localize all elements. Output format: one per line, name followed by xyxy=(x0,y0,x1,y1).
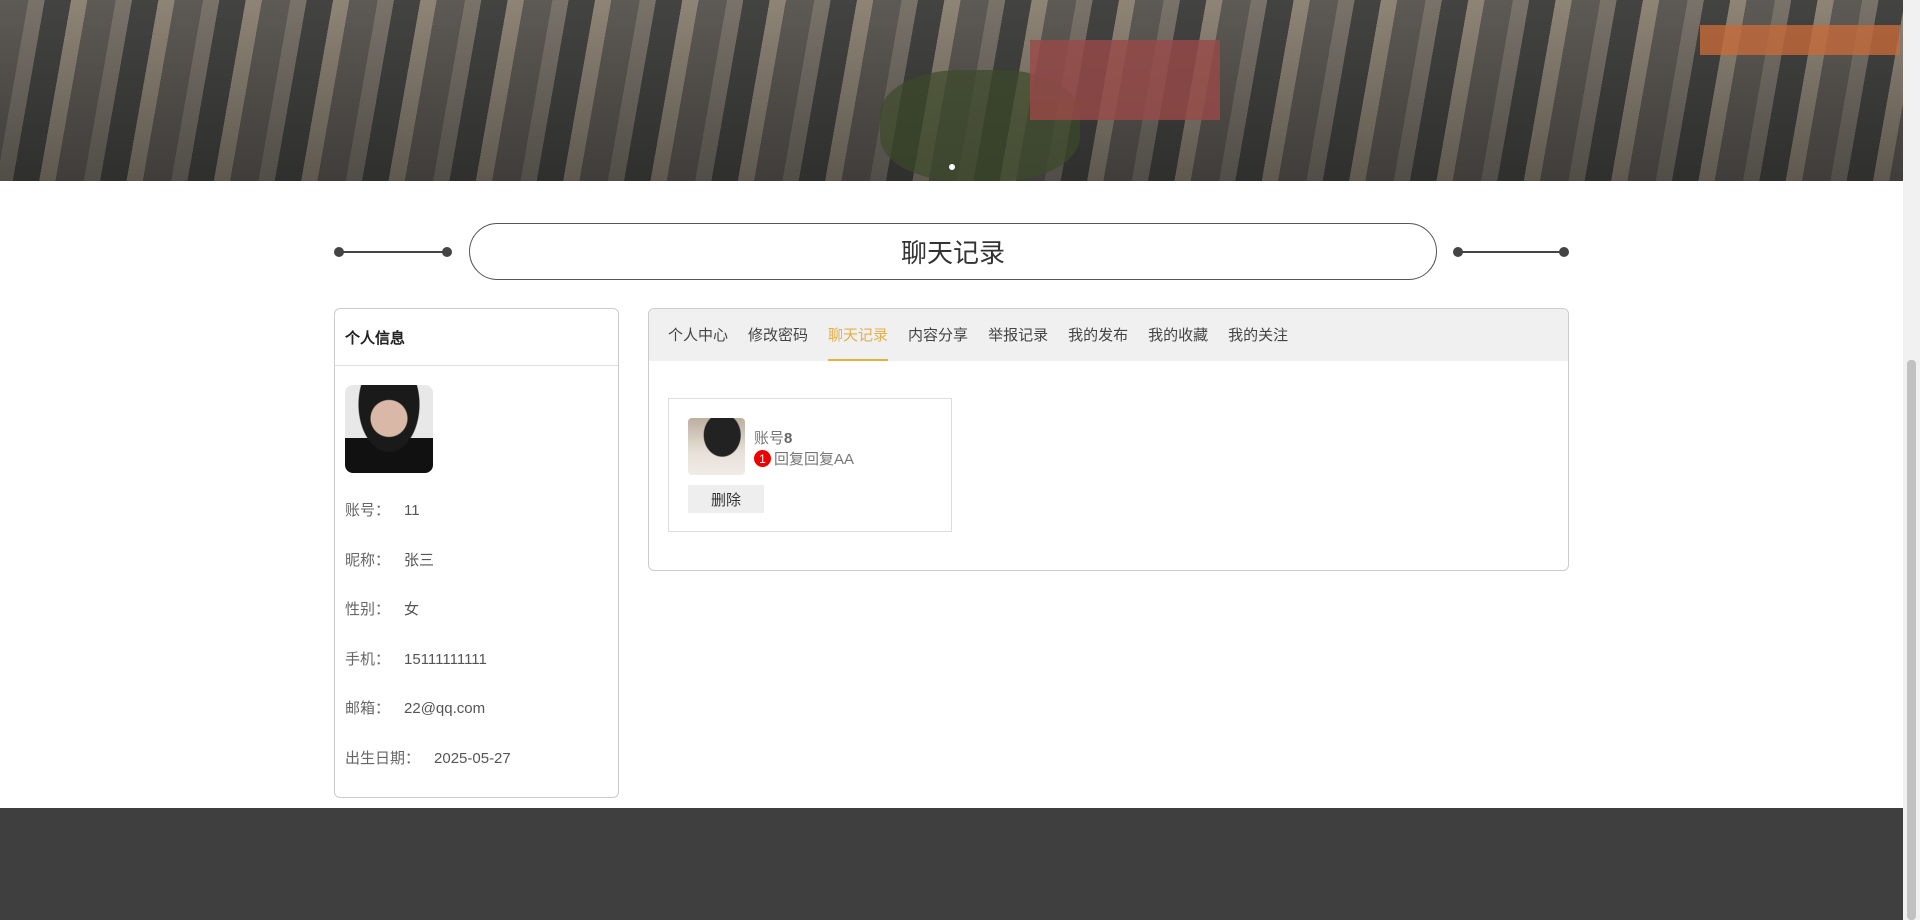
content-card: 个人中心 修改密码 聊天记录 内容分享 举报记录 我的发布 我的收藏 我的关注 … xyxy=(648,308,1569,571)
field-value: 女 xyxy=(404,601,420,618)
profile-field-account: 账号： 11 xyxy=(345,499,420,520)
profile-field-gender: 性别： 女 xyxy=(345,598,419,619)
decorative-line-right xyxy=(1453,247,1569,257)
field-label: 邮箱： xyxy=(345,700,391,717)
chat-message-text: 回复回复AA xyxy=(774,451,855,468)
chat-name-prefix: 账号 xyxy=(754,430,785,447)
banner-image-detail xyxy=(1030,40,1220,120)
chat-contact-name: 账号8 xyxy=(754,427,792,448)
tab-change-password[interactable]: 修改密码 xyxy=(748,317,808,361)
avatar xyxy=(345,385,433,473)
profile-field-email: 邮箱： 22@qq.com xyxy=(345,697,485,718)
section-title: 聊天记录 xyxy=(469,223,1437,280)
profile-field-nickname: 昵称： 张三 xyxy=(345,549,434,570)
chat-last-message: 1 回复回复AA xyxy=(754,448,854,469)
field-label: 账号： xyxy=(345,502,391,519)
chat-name-number: 8 xyxy=(784,430,793,447)
tab-personal-center[interactable]: 个人中心 xyxy=(668,317,728,361)
field-value: 11 xyxy=(404,502,420,519)
field-value: 张三 xyxy=(404,552,435,569)
field-value: 15111111111 xyxy=(404,651,487,668)
field-label: 昵称： xyxy=(345,552,391,569)
field-value: 2025-05-27 xyxy=(434,750,511,767)
field-value: 22@qq.com xyxy=(404,700,486,717)
chat-avatar xyxy=(688,418,745,475)
decorative-line-left xyxy=(334,247,452,257)
scrollbar[interactable] xyxy=(1903,0,1920,920)
tab-report-records[interactable]: 举报记录 xyxy=(988,317,1048,361)
unread-badge: 1 xyxy=(754,450,771,467)
tab-my-follows[interactable]: 我的关注 xyxy=(1228,317,1288,361)
field-label: 手机： xyxy=(345,651,391,668)
profile-card-header: 个人信息 xyxy=(335,309,618,366)
field-label: 性别： xyxy=(345,601,391,618)
chat-item[interactable]: 账号8 1 回复回复AA 删除 xyxy=(668,398,952,532)
profile-field-birthdate: 出生日期： 2025-05-27 xyxy=(345,747,511,768)
tab-chat-history[interactable]: 聊天记录 xyxy=(828,317,889,361)
carousel-dot[interactable] xyxy=(949,164,955,170)
tab-my-favorites[interactable]: 我的收藏 xyxy=(1148,317,1208,361)
section-title-row: 聊天记录 xyxy=(334,223,1569,281)
footer xyxy=(0,808,1903,920)
delete-button[interactable]: 删除 xyxy=(688,485,764,513)
banner-carousel[interactable] xyxy=(0,0,1903,181)
profile-field-phone: 手机： 15111111111 xyxy=(345,648,487,669)
tab-bar: 个人中心 修改密码 聊天记录 内容分享 举报记录 我的发布 我的收藏 我的关注 xyxy=(649,309,1568,361)
field-label: 出生日期： xyxy=(345,750,421,767)
tab-content-share[interactable]: 内容分享 xyxy=(908,317,968,361)
tab-my-posts[interactable]: 我的发布 xyxy=(1068,317,1128,361)
profile-card: 个人信息 账号： 11 昵称： 张三 性别： 女 手机： 15111111111 邮箱：… xyxy=(334,308,619,798)
scrollbar-thumb[interactable] xyxy=(1907,360,1916,920)
banner-image-detail xyxy=(1700,25,1900,55)
